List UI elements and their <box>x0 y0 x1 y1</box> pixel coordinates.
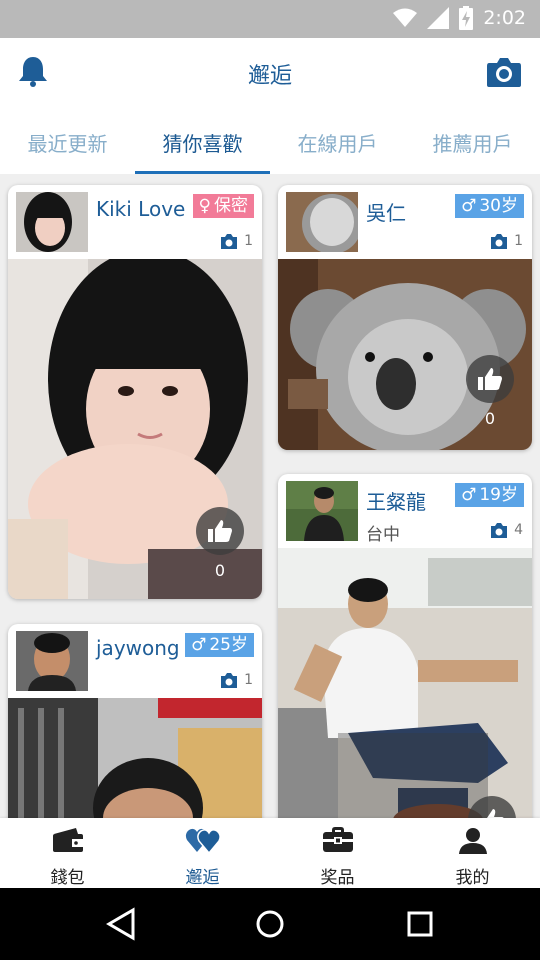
back-icon[interactable] <box>103 906 139 942</box>
signal-icon <box>427 7 450 29</box>
home-icon[interactable] <box>252 906 288 942</box>
user-photo[interactable] <box>278 548 532 834</box>
hearts-icon <box>185 828 221 854</box>
tab-recommended-users[interactable]: 推薦用戶 <box>405 108 540 174</box>
prize-icon <box>322 827 353 852</box>
badge-text: 30岁 <box>479 196 518 216</box>
photo-count-value: 4 <box>514 522 523 538</box>
nav-label: 錢包 <box>50 868 85 888</box>
wifi-icon <box>393 8 418 27</box>
like-button[interactable] <box>196 507 244 555</box>
wallet-icon <box>52 828 83 852</box>
user-photo[interactable]: 0 <box>278 259 532 450</box>
user-card[interactable]: 吳仁 ♂ 30岁 1 0 <box>278 185 532 450</box>
camera-icon <box>221 672 238 688</box>
nav-label: 奖品 <box>320 868 355 888</box>
user-name: jaywong <box>96 636 180 660</box>
user-name: 王粲龍 <box>366 490 426 514</box>
user-card[interactable]: Kiki Love ♀ 保密 1 0 <box>8 185 262 599</box>
photo-count: 4 <box>490 522 523 538</box>
avatar[interactable] <box>16 631 88 691</box>
photo-count: 1 <box>490 233 523 249</box>
photo-count: 1 <box>220 233 253 249</box>
badge-text: 保密 <box>214 196 248 216</box>
tab-recent-updates[interactable]: 最近更新 <box>0 108 135 174</box>
user-card[interactable]: jaywong ♂ 25岁 1 <box>8 624 262 834</box>
avatar[interactable] <box>286 481 358 541</box>
user-photo[interactable] <box>8 698 262 834</box>
photo-count: 1 <box>220 672 253 688</box>
gender-badge: ♂ 19岁 <box>455 483 524 507</box>
status-bar: 2:02 <box>0 0 540 38</box>
female-icon: ♀ <box>198 196 211 216</box>
avatar[interactable] <box>16 192 88 252</box>
like-button[interactable] <box>466 355 514 403</box>
male-icon: ♂ <box>191 635 207 655</box>
thumbs-up-icon <box>208 520 232 542</box>
gender-badge: ♀ 保密 <box>192 194 254 218</box>
user-photo[interactable]: 0 <box>8 259 262 599</box>
male-icon: ♂ <box>461 485 477 505</box>
nav-wallet[interactable]: 錢包 <box>0 818 135 888</box>
app-bar: 邂逅 <box>0 38 540 108</box>
like-count: 0 <box>484 409 496 428</box>
avatar[interactable] <box>286 192 358 252</box>
system-nav-bar <box>0 888 540 960</box>
badge-text: 25岁 <box>209 635 248 655</box>
user-name: Kiki Love <box>96 197 186 221</box>
camera-icon <box>491 233 508 249</box>
camera-icon <box>221 233 238 249</box>
battery-charging-icon <box>459 6 474 30</box>
gender-badge: ♂ 30岁 <box>455 194 524 218</box>
page-title: 邂逅 <box>247 64 292 89</box>
nav-encounter[interactable]: 邂逅 <box>135 818 270 888</box>
user-icon <box>458 828 487 854</box>
user-city: 台中 <box>366 525 400 545</box>
tab-online-users[interactable]: 在線用戶 <box>270 108 405 174</box>
nav-label: 邂逅 <box>185 868 220 888</box>
photo-count-value: 1 <box>514 233 523 249</box>
photo-count-value: 1 <box>244 672 253 688</box>
bottom-nav: 錢包 邂逅 奖品 我的 <box>0 818 540 888</box>
tab-bar: 最近更新 猜你喜歡 在線用戶 推薦用戶 <box>0 108 540 174</box>
status-time: 2:02 <box>483 7 526 29</box>
recent-apps-icon[interactable] <box>402 906 438 942</box>
user-card[interactable]: 王粲龍 ♂ 19岁 台中 4 <box>278 474 532 834</box>
tab-guess-you-like[interactable]: 猜你喜歡 <box>135 108 270 174</box>
like-count: 0 <box>214 561 226 580</box>
camera-icon <box>491 522 508 538</box>
gender-badge: ♂ 25岁 <box>185 633 254 657</box>
camera-button[interactable] <box>486 56 522 88</box>
thumbs-up-icon <box>478 368 502 390</box>
nav-me[interactable]: 我的 <box>405 818 540 888</box>
camera-icon <box>487 58 521 87</box>
badge-text: 19岁 <box>479 485 518 505</box>
user-name: 吳仁 <box>366 201 406 225</box>
nav-prizes[interactable]: 奖品 <box>270 818 405 888</box>
male-icon: ♂ <box>461 196 477 216</box>
nav-label: 我的 <box>455 868 490 888</box>
photo-count-value: 1 <box>244 233 253 249</box>
